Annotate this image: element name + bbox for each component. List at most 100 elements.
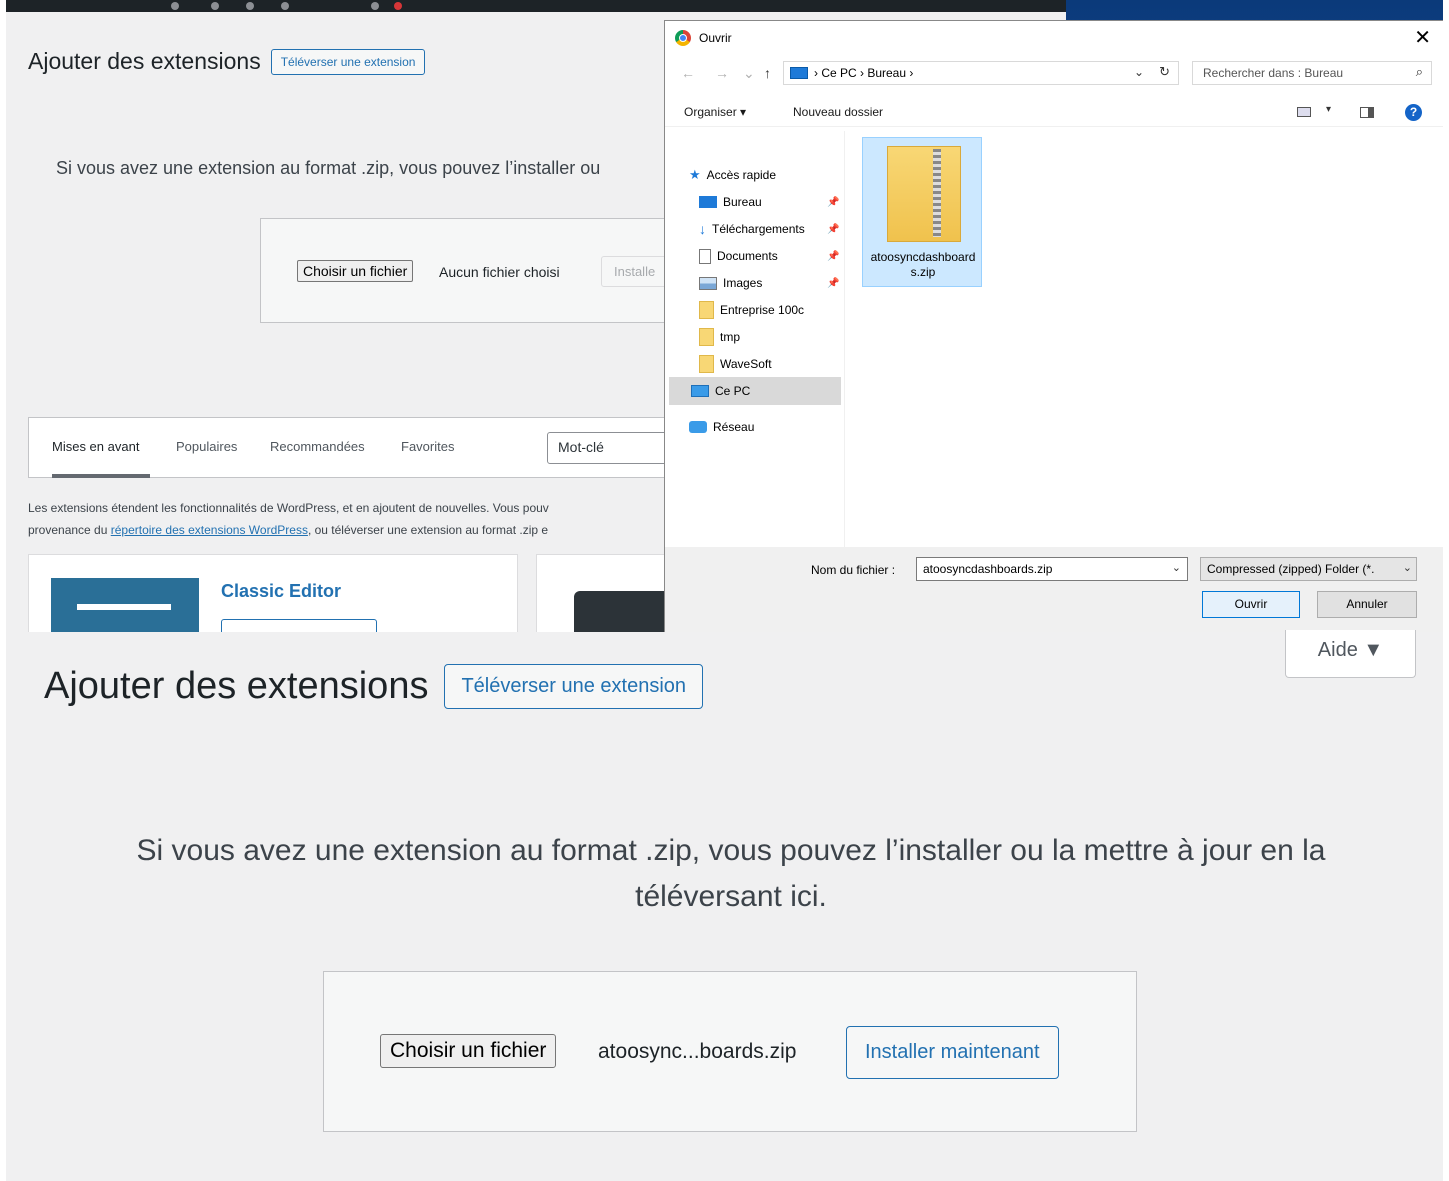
intro-line-1: Les extensions étendent les fonctionnali… bbox=[28, 501, 549, 515]
pin-icon: 📌 bbox=[827, 250, 840, 262]
taskbar-icon[interactable] bbox=[371, 2, 379, 10]
nav-item-label: Images bbox=[723, 276, 763, 290]
desktop-icon bbox=[699, 196, 717, 208]
nav-item-label: Documents bbox=[717, 249, 778, 263]
back-arrow-icon[interactable]: ← bbox=[681, 65, 695, 81]
upload-description: Si vous avez une extension au format .zi… bbox=[56, 158, 601, 178]
page-header: Ajouter des extensions Téléverser une ex… bbox=[44, 664, 704, 709]
cancel-button[interactable]: Annuler bbox=[1317, 591, 1417, 618]
upload-description: Si vous avez une extension au format .zi… bbox=[136, 834, 1326, 913]
chevron-down-icon[interactable]: ⌄ bbox=[1134, 65, 1144, 79]
chevron-down-icon[interactable]: ⌄ bbox=[1402, 561, 1412, 574]
up-arrow-icon[interactable]: ↑ bbox=[764, 65, 771, 81]
plugin-icon bbox=[51, 578, 199, 632]
help-tab[interactable]: Aide ▼ bbox=[1285, 630, 1416, 678]
dialog-toolbar: Organiser ▾ Nouveau dossier ▾ ? bbox=[665, 99, 1443, 127]
taskbar-icon[interactable] bbox=[246, 2, 254, 10]
tab-recommended[interactable]: Recommandées bbox=[270, 439, 365, 454]
upload-form: Choisir un fichier Aucun fichier choisi … bbox=[260, 218, 680, 323]
page-header: Ajouter des extensions Téléverser une ex… bbox=[28, 48, 426, 75]
tab-favorites[interactable]: Favorites bbox=[401, 439, 454, 454]
chrome-icon bbox=[675, 30, 691, 46]
breadcrumb[interactable]: › Ce PC › Bureau › bbox=[814, 66, 913, 80]
image-icon bbox=[699, 276, 717, 290]
pin-icon: 📌 bbox=[827, 196, 840, 208]
plugin-card: Classic Editor bbox=[28, 554, 518, 632]
pc-icon bbox=[790, 67, 808, 79]
notification-badge-icon bbox=[394, 2, 402, 10]
nav-item-label: Ce PC bbox=[715, 384, 751, 398]
page-title: Ajouter des extensions bbox=[28, 48, 261, 74]
plugin-filter-bar: Mises en avant Populaires Recommandées F… bbox=[28, 417, 708, 478]
taskbar-icon[interactable] bbox=[211, 2, 219, 10]
filename-input[interactable]: atoosyncdashboards.zip ⌄ bbox=[916, 557, 1188, 581]
active-tab-indicator bbox=[52, 474, 150, 478]
filename-value: atoosyncdashboards.zip bbox=[923, 562, 1053, 576]
open-button[interactable]: Ouvrir bbox=[1202, 591, 1300, 618]
upload-plugin-button[interactable]: Téléverser une extension bbox=[444, 664, 704, 709]
tab-featured[interactable]: Mises en avant bbox=[52, 439, 139, 454]
zip-folder-icon bbox=[887, 146, 961, 242]
search-icon[interactable]: ⌕ bbox=[1416, 64, 1423, 80]
filetype-value: Compressed (zipped) Folder (*. bbox=[1207, 562, 1375, 576]
install-now-button[interactable]: Installer maintenant bbox=[846, 1026, 1059, 1079]
network-icon bbox=[689, 421, 707, 433]
search-placeholder: Rechercher dans : Bureau bbox=[1203, 66, 1344, 80]
search-input[interactable]: Rechercher dans : Bureau ⌕ bbox=[1192, 61, 1432, 85]
new-folder-button[interactable]: Nouveau dossier bbox=[793, 105, 883, 119]
choose-file-button[interactable]: Choisir un fichier bbox=[380, 1034, 557, 1068]
file-status: Aucun fichier choisi bbox=[439, 264, 560, 280]
plugin-directory-link[interactable]: répertoire des extensions WordPress bbox=[111, 523, 308, 537]
navigation-pane: ★ Accès rapide Bureau 📌 ↓ Téléchargement… bbox=[665, 131, 845, 547]
pin-icon: 📌 bbox=[827, 223, 840, 235]
pin-icon: 📌 bbox=[827, 277, 840, 289]
taskbar-strip bbox=[6, 0, 1066, 12]
dialog-titlebar: Ouvrir ✕ bbox=[665, 21, 1443, 55]
recent-locations-icon[interactable]: ⌄ bbox=[743, 65, 755, 82]
choose-file-button[interactable]: Choisir un fichier bbox=[297, 260, 414, 282]
chevron-down-icon[interactable]: ▾ bbox=[1326, 104, 1331, 115]
upload-plugin-button[interactable]: Téléverser une extension bbox=[270, 48, 426, 75]
install-now-button[interactable]: Installe bbox=[601, 256, 669, 287]
address-bar[interactable]: › Ce PC › Bureau › ⌄ ↻ bbox=[783, 61, 1179, 85]
organize-menu[interactable]: Organiser ▾ bbox=[684, 105, 746, 119]
nav-item-label: WaveSoft bbox=[720, 357, 772, 371]
pc-icon bbox=[691, 385, 709, 397]
nav-item-label: Bureau bbox=[723, 195, 762, 209]
nav-item-label: tmp bbox=[720, 330, 741, 344]
file-name: atoosyncdashboards.zip bbox=[870, 250, 976, 279]
upload-form: Choisir un fichier atoosync...boards.zip… bbox=[323, 971, 1137, 1132]
nav-item-this-pc[interactable]: Ce PC bbox=[669, 377, 841, 405]
plugin-install-button[interactable] bbox=[221, 619, 377, 632]
close-icon[interactable]: ✕ bbox=[1414, 25, 1431, 50]
dialog-title: Ouvrir bbox=[699, 31, 732, 45]
taskbar-icon[interactable] bbox=[281, 2, 289, 10]
chevron-down-icon[interactable]: ⌄ bbox=[1172, 561, 1181, 574]
forward-arrow-icon[interactable]: → bbox=[715, 65, 729, 81]
download-icon: ↓ bbox=[699, 221, 706, 237]
nav-item-network[interactable]: Réseau bbox=[689, 415, 865, 439]
chosen-file-name: atoosync...boards.zip bbox=[598, 1040, 797, 1063]
top-screenshot: Ajouter des extensions Téléverser une ex… bbox=[6, 0, 1443, 632]
bottom-screenshot: Aide ▼ Ajouter des extensions Téléverser… bbox=[6, 630, 1443, 1181]
document-icon bbox=[699, 248, 711, 264]
preview-pane-icon[interactable] bbox=[1360, 107, 1374, 118]
refresh-icon[interactable]: ↻ bbox=[1159, 64, 1170, 80]
intro-line-2: provenance du répertoire des extensions … bbox=[28, 523, 549, 537]
folder-icon bbox=[699, 328, 714, 346]
view-icon[interactable] bbox=[1297, 107, 1311, 117]
plugin-title[interactable]: Classic Editor bbox=[221, 581, 341, 602]
filetype-select[interactable]: Compressed (zipped) Folder (*. ⌄ bbox=[1200, 557, 1417, 581]
tab-popular[interactable]: Populaires bbox=[176, 439, 237, 454]
file-item[interactable]: atoosyncdashboards.zip bbox=[862, 137, 982, 287]
nav-item-quick-access[interactable]: ★ Accès rapide bbox=[689, 163, 865, 187]
filename-label: Nom du fichier : bbox=[811, 563, 896, 577]
taskbar-icon[interactable] bbox=[171, 2, 179, 10]
help-icon[interactable]: ? bbox=[1405, 104, 1422, 121]
address-row: ← → ⌄ ↑ › Ce PC › Bureau › ⌄ ↻ Recherche… bbox=[665, 59, 1443, 89]
folder-icon bbox=[699, 355, 714, 373]
dialog-footer: Nom du fichier : atoosyncdashboards.zip … bbox=[665, 547, 1443, 632]
folder-icon bbox=[699, 301, 714, 319]
file-open-dialog: Ouvrir ✕ ← → ⌄ ↑ › Ce PC › Bureau › ⌄ ↻ … bbox=[664, 20, 1443, 632]
nav-item-label: Réseau bbox=[713, 420, 755, 434]
